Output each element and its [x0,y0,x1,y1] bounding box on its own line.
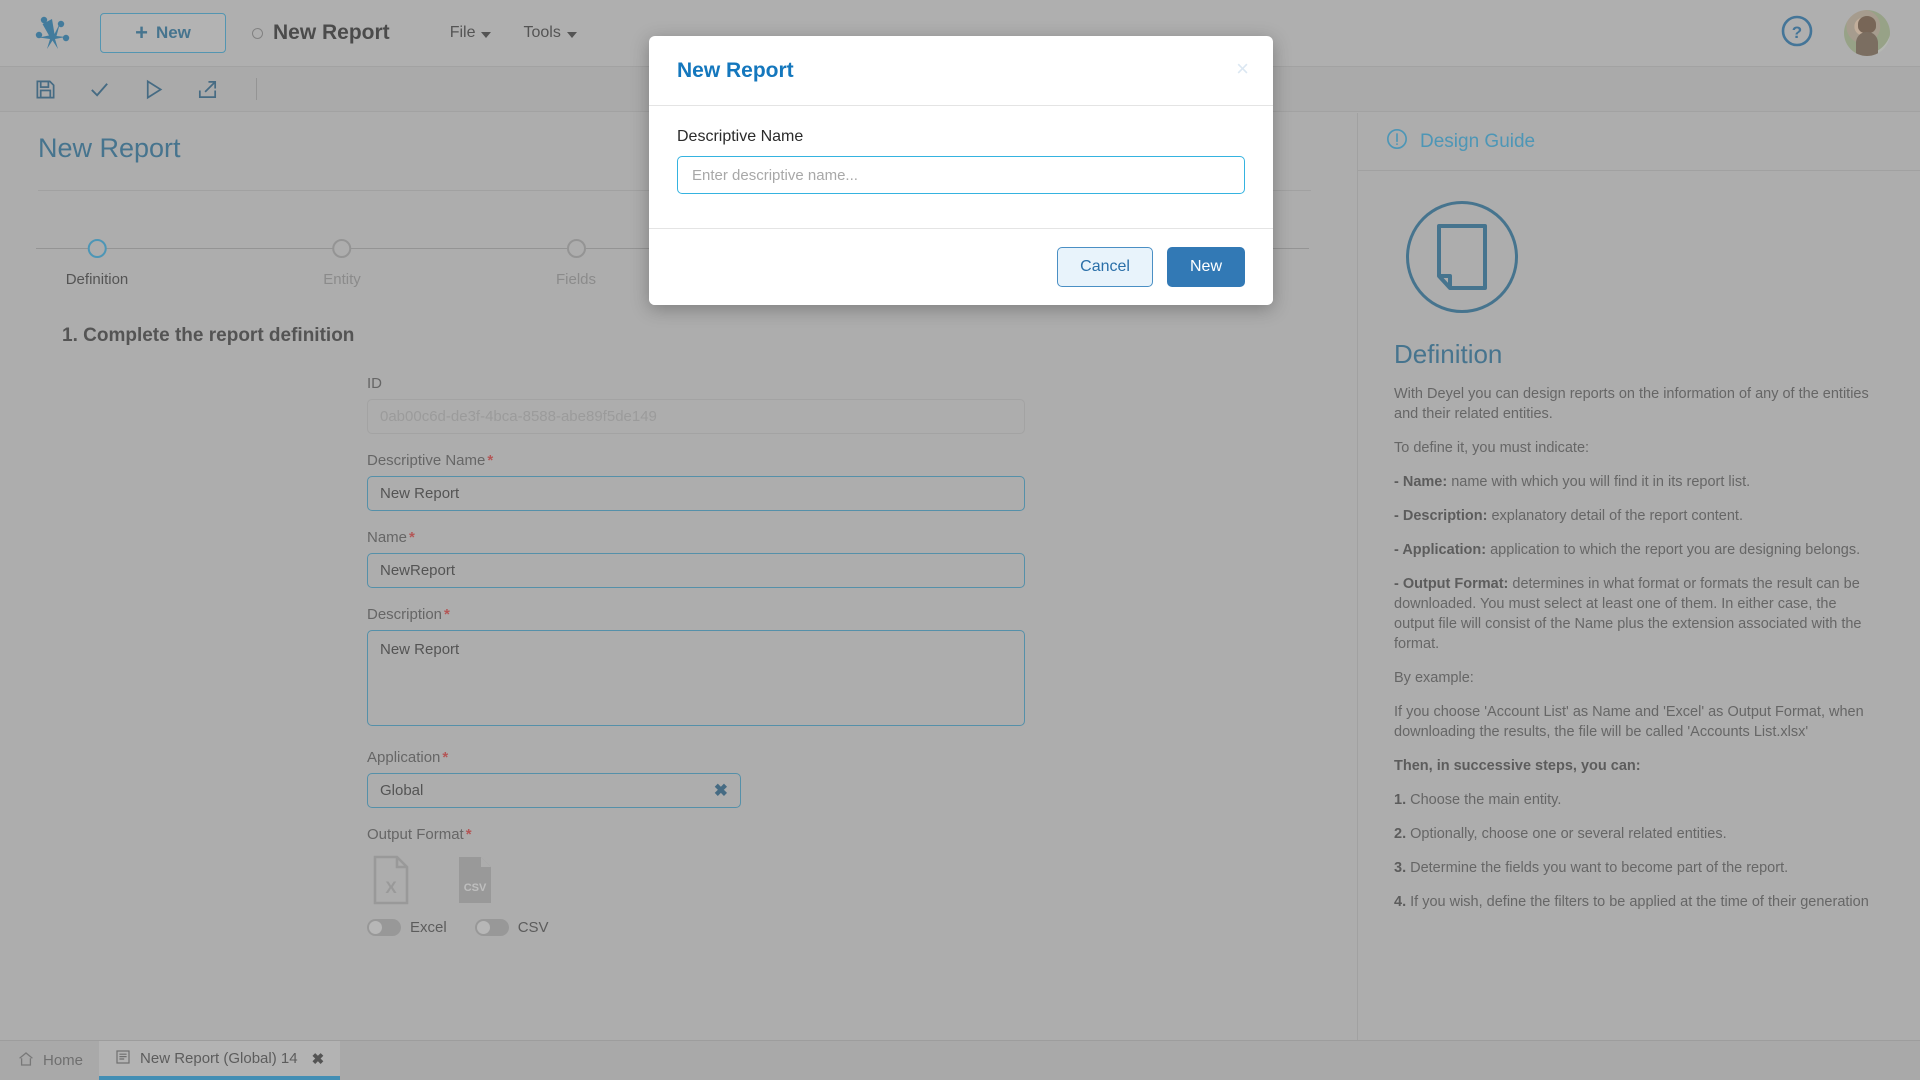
modal-body: Descriptive Name [649,106,1273,229]
new-report-modal: New Report × Descriptive Name Cancel New [649,36,1273,305]
close-icon[interactable]: × [1236,58,1249,80]
modal-field-label: Descriptive Name [677,128,1245,146]
modal-footer: Cancel New [649,229,1273,305]
cancel-button[interactable]: Cancel [1057,247,1153,287]
application-root: + New New Report File Tools ? [0,0,1920,1080]
modal-header: New Report × [649,36,1273,106]
new-button-confirm[interactable]: New [1167,247,1245,287]
modal-descriptive-name-input[interactable] [677,156,1245,194]
modal-title: New Report [677,59,794,83]
